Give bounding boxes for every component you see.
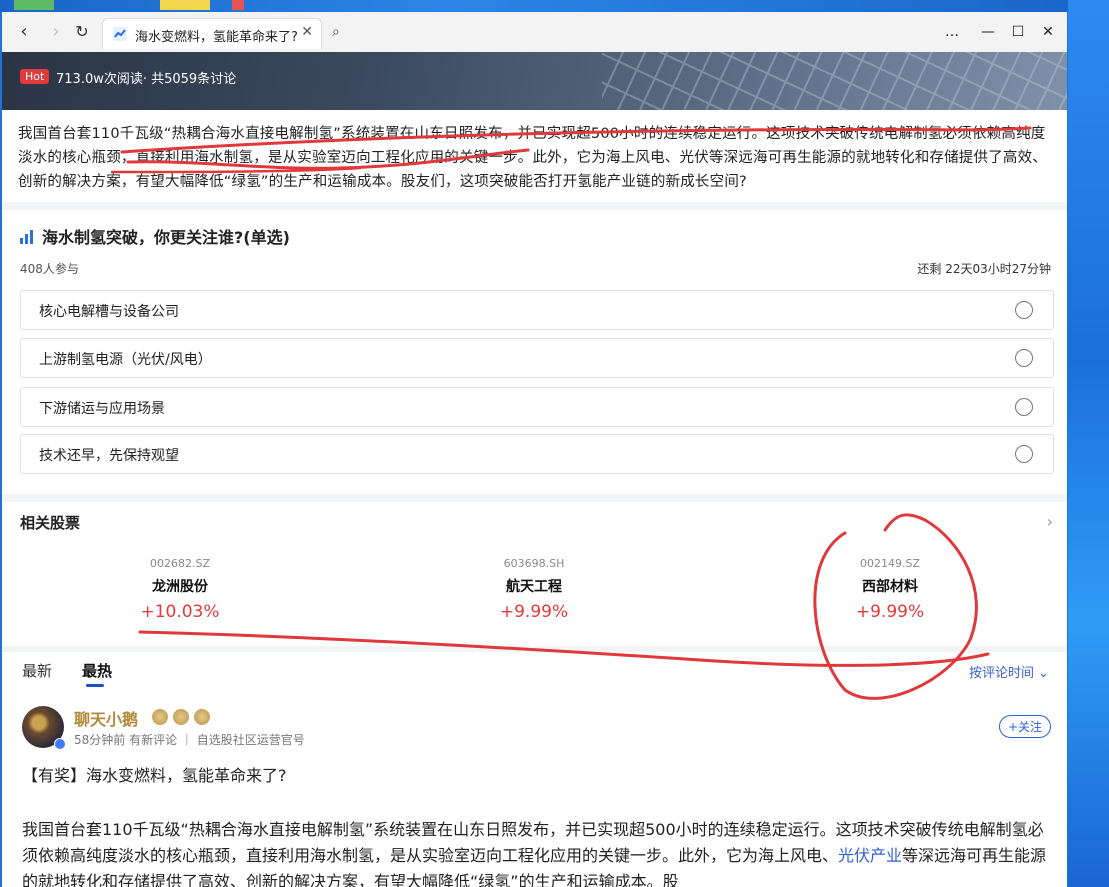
forward-button[interactable]: › — [46, 22, 66, 42]
related-stocks-title: 相关股票 — [20, 514, 81, 532]
maximize-button[interactable]: ☐ — [1008, 22, 1028, 42]
section-divider — [2, 202, 1067, 210]
section-divider — [2, 646, 1067, 652]
tab-title: 海水变燃料，氢能革命来了? — [135, 30, 298, 45]
desktop-icon-thumb — [160, 0, 210, 10]
chevron-right-icon[interactable]: › — [1047, 512, 1053, 531]
topic-link[interactable]: 光伏产业 — [838, 846, 902, 865]
stock-card[interactable]: 002149.SZ 西部材料 +9.99% — [770, 557, 1010, 622]
poll-title-text: 海水制氢突破，你更关注谁?(单选) — [42, 228, 290, 247]
browser-tab[interactable]: 海水变燃料，氢能革命来了? ✕ — [102, 18, 322, 49]
stock-code: 002149.SZ — [859, 557, 920, 570]
stock-change: +9.99% — [855, 602, 925, 622]
topic-banner: Hot 713.0w次阅读· 共5059条讨论 — [2, 52, 1067, 110]
comment-tabs: 最新 最热 按评论时间 ⌄ — [2, 656, 1067, 696]
browser-window: ‹ › ↻ 海水变燃料，氢能革命来了? ✕ ⌕ … — ☐ ✕ Hot 713.… — [2, 12, 1067, 887]
tab-hot[interactable]: 最热 — [82, 660, 112, 681]
post-meta: 58分钟前 有新评论 ｜ 自选股社区运营官号 — [74, 733, 305, 747]
sort-dropdown[interactable]: 按评论时间 ⌄ — [969, 662, 1049, 681]
poll-option[interactable]: 技术还早，先保持观望 — [20, 434, 1054, 474]
topic-intro: 我国首台套110千瓦级“热耦合海水直接电解制氢”系统装置在山东日照发布，并已实现… — [18, 126, 1047, 190]
browser-toolbar: ‹ › ↻ 海水变燃料，氢能革命来了? ✕ ⌕ … — ☐ ✕ — [2, 12, 1067, 53]
medal-icon — [173, 709, 189, 725]
desktop-icon-thumb — [14, 0, 54, 10]
back-button[interactable]: ‹ — [14, 22, 34, 42]
topic-stats: 713.0w次阅读· 共5059条讨论 — [56, 72, 237, 87]
medal-icon — [194, 709, 210, 725]
active-tab-indicator — [86, 684, 104, 687]
follow-button[interactable]: +关注 — [998, 715, 1051, 738]
close-button[interactable]: ✕ — [1038, 22, 1058, 42]
desktop-wallpaper — [1068, 0, 1109, 887]
user-medals — [152, 709, 215, 729]
radio-button[interactable] — [1015, 445, 1033, 463]
stock-name: 龙洲股份 — [152, 579, 208, 595]
stock-name: 航天工程 — [506, 579, 562, 595]
stock-code: 603698.SH — [503, 557, 565, 570]
stock-card[interactable]: 002682.SZ 龙洲股份 +10.03% — [60, 557, 300, 622]
post-title: 【有奖】海水变燃料，氢能革命来了? — [22, 766, 287, 785]
poll-title: 海水制氢突破，你更关注谁?(单选) — [20, 224, 290, 248]
poll-option-label: 上游制氢电源（光伏/风电） — [39, 352, 212, 368]
poll-option[interactable]: 上游制氢电源（光伏/风电） — [20, 338, 1054, 378]
menu-button[interactable]: … — [942, 22, 962, 42]
stock-code: 002682.SZ — [149, 557, 210, 570]
stock-name: 西部材料 — [862, 579, 918, 595]
poll-option-label: 核心电解槽与设备公司 — [39, 304, 179, 320]
poll-remaining-time: 还剩 22天03小时27分钟 — [917, 262, 1051, 276]
stock-card[interactable]: 603698.SH 航天工程 +9.99% — [414, 557, 654, 622]
radio-button[interactable] — [1015, 301, 1033, 319]
tab-latest[interactable]: 最新 — [22, 660, 52, 681]
poll-option[interactable]: 下游储运与应用场景 — [20, 387, 1054, 427]
reload-button[interactable]: ↻ — [72, 22, 92, 42]
minimize-button[interactable]: — — [978, 22, 998, 42]
radio-button[interactable] — [1015, 398, 1033, 416]
hot-badge: Hot — [20, 69, 50, 84]
post-body: 我国首台套110千瓦级“热耦合海水直接电解制氢”系统装置在山东日照发布，并已实现… — [22, 817, 1052, 887]
poll-option[interactable]: 核心电解槽与设备公司 — [20, 290, 1054, 330]
poll-option-label: 技术还早，先保持观望 — [39, 448, 179, 464]
stock-change: +10.03% — [140, 602, 220, 622]
radio-button[interactable] — [1015, 349, 1033, 367]
chart-trend-icon — [113, 27, 127, 41]
banner-building-image — [602, 52, 1067, 110]
bar-chart-icon — [20, 230, 34, 244]
desktop-icon-thumb — [232, 0, 244, 10]
stock-change: +9.99% — [499, 602, 569, 622]
poll-participants: 408人参与 — [20, 262, 79, 276]
section-divider — [2, 494, 1067, 502]
poll-option-label: 下游储运与应用场景 — [39, 401, 165, 417]
author-name[interactable]: 聊天小鹅 — [74, 706, 138, 730]
medal-icon — [152, 709, 168, 725]
search-icon[interactable]: ⌕ — [332, 24, 340, 40]
tab-close-icon[interactable]: ✕ — [301, 24, 313, 40]
verified-badge-icon — [54, 738, 66, 750]
